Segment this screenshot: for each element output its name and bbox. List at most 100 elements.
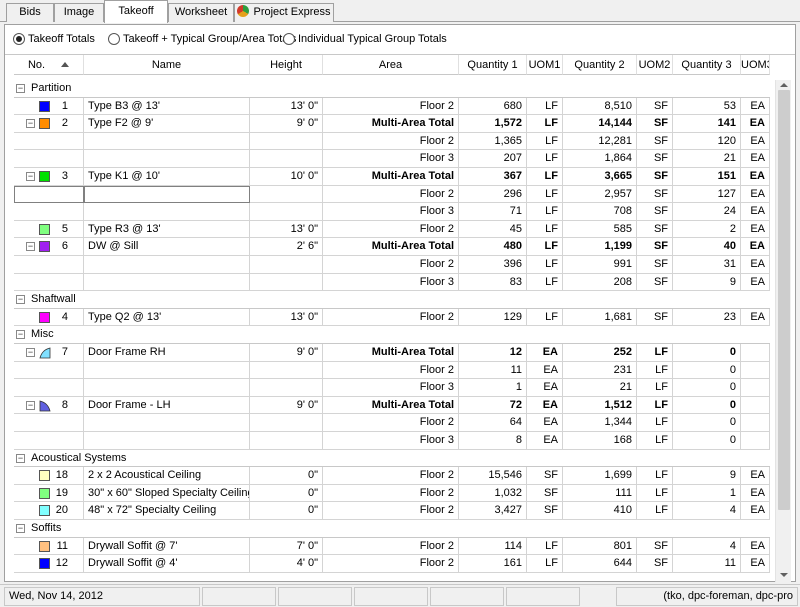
area-subrow[interactable]: Floor 3 71 LF 708 SF 24 EA — [14, 203, 770, 221]
collapse-icon[interactable]: − — [26, 400, 35, 410]
scroll-thumb[interactable] — [778, 90, 790, 510]
collapse-icon[interactable]: − — [16, 84, 25, 93]
area-subrow[interactable]: Floor 2 396 LF 991 SF 31 EA — [14, 256, 770, 274]
group-row[interactable]: − Acoustical Systems — [14, 450, 770, 468]
area-cell: Floor 3 — [323, 432, 459, 450]
view-option-radio[interactable]: Takeoff Totals — [13, 33, 95, 45]
no-cell — [14, 150, 84, 168]
col-no-header[interactable]: No. — [14, 55, 84, 75]
quantity2-cell: 111 — [563, 484, 637, 503]
area-subrow[interactable]: Floor 3 8 EA 168 LF 0 — [14, 432, 770, 450]
uom3-cell: EA — [741, 555, 770, 573]
quantity3-cell: 0 — [673, 414, 741, 432]
no-cell: 20 — [14, 502, 84, 520]
header-label: No. — [27, 59, 46, 71]
collapse-icon[interactable]: − — [26, 348, 35, 357]
col-quantity3-header[interactable]: Quantity 3 — [673, 55, 741, 75]
no-cell: 11 — [14, 537, 84, 556]
quantity3-cell: 151 — [673, 168, 741, 186]
tab-takeoff[interactable]: Takeoff — [104, 0, 168, 23]
no-cell — [14, 203, 84, 221]
col-quantity2-header[interactable]: Quantity 2 — [563, 55, 637, 75]
table-row[interactable]: −3 Type K1 @ 10' 10' 0" Multi-Area Total 367… — [14, 168, 770, 186]
sort-ascending-icon[interactable] — [61, 62, 70, 67]
table-row[interactable]: 1 Type B3 @ 13' 13' 0" Floor 2 680 LF 8,510 SF 5… — [14, 97, 770, 116]
no-cell: 1 — [14, 97, 84, 116]
uom3-cell: EA — [741, 256, 770, 274]
group-row[interactable]: − Soffits — [14, 520, 770, 538]
collapse-icon[interactable]: − — [16, 295, 25, 305]
uom2-cell: SF — [637, 203, 673, 221]
view-option-radio[interactable]: Takeoff + Typical Group/Area Totals — [108, 33, 296, 45]
uom3-cell — [741, 344, 770, 362]
group-row[interactable]: − Shaftwall — [14, 291, 770, 309]
tab-image[interactable]: Image — [54, 3, 104, 22]
tab-bids[interactable]: Bids — [6, 3, 54, 22]
height-cell: 10' 0" — [250, 168, 323, 186]
quantity3-cell: 40 — [673, 238, 741, 256]
table-row[interactable]: 20 48" x 72" Specialty Ceiling 0" Floor 2 3,… — [14, 502, 770, 520]
radio-icon[interactable] — [108, 33, 120, 45]
header-label: Name — [151, 59, 182, 71]
tab-worksheet[interactable]: Worksheet — [168, 3, 234, 22]
area-subrow[interactable]: Floor 2 296 LF 2,957 SF 127 EA — [14, 185, 770, 204]
radio-icon[interactable] — [13, 33, 25, 45]
quantity1-cell: 161 — [459, 555, 527, 573]
status-user: (tko, dpc-foreman, dpc-pro — [616, 587, 798, 606]
area-subrow[interactable]: Floor 2 1,365 LF 12,281 SF 120 EA — [14, 132, 770, 151]
name-cell: Type Q2 @ 13' — [84, 308, 250, 327]
table-row[interactable]: 18 2 x 2 Acoustical Ceiling 0" Floor 2 15,54… — [14, 467, 770, 485]
quantity3-cell: 1 — [673, 484, 741, 503]
view-option-radio[interactable]: Individual Typical Group Totals — [283, 33, 447, 45]
height-cell — [250, 361, 323, 380]
table-row[interactable]: 5 Type R3 @ 13' 13' 0" Floor 2 45 LF 585 SF 2 EA — [14, 220, 770, 239]
col-uom2-header[interactable]: UOM2 — [637, 55, 673, 75]
table-row[interactable]: 11 Drywall Soffit @ 7' 7' 0" Floor 2 114 LF 80… — [14, 537, 770, 556]
area-subrow[interactable]: Floor 2 64 EA 1,344 LF 0 — [14, 414, 770, 432]
col-height-header[interactable]: Height — [250, 55, 323, 75]
height-cell: 2' 6" — [250, 238, 323, 256]
col-uom3-header[interactable]: UOM3 — [741, 55, 770, 75]
collapse-icon[interactable]: − — [26, 172, 35, 181]
area-cell: Multi-Area Total — [323, 238, 459, 256]
table-row[interactable]: −8 Door Frame - LH 9' 0" Multi-Area Total 72… — [14, 396, 770, 415]
collapse-icon[interactable]: − — [26, 242, 35, 252]
tab-project-express[interactable]: Project Express — [234, 3, 334, 22]
vertical-scrollbar[interactable] — [775, 80, 791, 582]
collapse-icon[interactable]: − — [16, 330, 25, 340]
table-row[interactable]: 4 Type Q2 @ 13' 13' 0" Floor 2 129 LF 1,681 SF 2… — [14, 308, 770, 327]
header-label: UOM2 — [638, 59, 671, 71]
area-subrow[interactable]: Floor 2 11 EA 231 LF 0 — [14, 361, 770, 380]
group-row[interactable]: − Misc — [14, 326, 770, 344]
table-row[interactable]: −7 Door Frame RH 9' 0" Multi-Area Total 12 EA… — [14, 344, 770, 362]
area-subrow[interactable]: Floor 3 1 EA 21 LF 0 — [14, 379, 770, 397]
table-row[interactable]: −2 Type F2 @ 9' 9' 0" Multi-Area Total 1,572… — [14, 115, 770, 133]
color-swatch-icon — [39, 223, 50, 235]
table-row[interactable]: 19 30" x 60" Sloped Specialty Ceiling 0" Fl… — [14, 484, 770, 503]
collapse-icon[interactable]: − — [16, 524, 25, 533]
area-subrow[interactable]: Floor 3 83 LF 208 SF 9 EA — [14, 273, 770, 292]
uom2-cell: SF — [637, 537, 673, 556]
table-row[interactable]: −6 DW @ Sill 2' 6" Multi-Area Total 480 LF 1,1… — [14, 238, 770, 256]
table-row[interactable]: 12 Drywall Soffit @ 4' 4' 0" Floor 2 161 LF 64… — [14, 555, 770, 573]
scroll-up-arrow-icon[interactable] — [780, 83, 788, 87]
collapse-icon[interactable]: − — [26, 119, 35, 129]
scroll-down-arrow-icon[interactable] — [780, 573, 788, 577]
col-area-header[interactable]: Area — [323, 55, 459, 75]
area-subrow[interactable]: Floor 3 207 LF 1,864 SF 21 EA — [14, 150, 770, 168]
col-quantity1-header[interactable]: Quantity 1 — [459, 55, 527, 75]
no-cell: −3 — [14, 168, 84, 186]
collapse-icon[interactable]: − — [16, 453, 25, 463]
height-cell: 9' 0" — [250, 115, 323, 133]
uom1-cell: EA — [527, 432, 563, 450]
col-name-header[interactable]: Name — [84, 55, 250, 75]
uom1-cell: LF — [527, 273, 563, 292]
group-label: Misc — [31, 328, 54, 341]
color-swatch-icon — [39, 118, 50, 130]
no-cell — [14, 432, 84, 450]
col-uom1-header[interactable]: UOM1 — [527, 55, 563, 75]
group-row[interactable]: − Partition — [14, 80, 770, 98]
radio-icon[interactable] — [283, 33, 295, 45]
uom2-cell: SF — [637, 115, 673, 133]
quantity1-cell: 680 — [459, 97, 527, 116]
